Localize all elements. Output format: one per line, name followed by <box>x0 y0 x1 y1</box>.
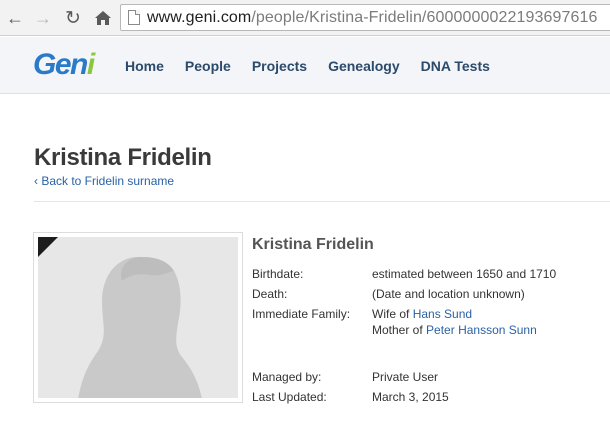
birthdate-label: Birthdate: <box>252 267 304 281</box>
nav-genealogy[interactable]: Genealogy <box>328 58 400 74</box>
back-arrow-icon[interactable]: ← <box>4 7 26 29</box>
managed-label: Managed by: <box>252 370 322 384</box>
forward-arrow-icon[interactable]: → <box>32 7 54 29</box>
spouse-link[interactable]: Hans Sund <box>413 307 472 321</box>
divider <box>34 201 610 202</box>
nav-dna-tests[interactable]: DNA Tests <box>421 58 490 74</box>
url-host: www.geni.com <box>147 9 252 26</box>
photo-placeholder <box>38 237 238 398</box>
family-spouse: Wife of Hans Sund <box>372 307 472 321</box>
back-to-surname-link[interactable]: ‹ Back to Fridelin surname <box>34 174 174 188</box>
nav-home[interactable]: Home <box>125 58 164 74</box>
family-child: Mother of Peter Hansson Sunn <box>372 323 537 337</box>
deceased-ribbon <box>38 237 58 257</box>
home-icon[interactable] <box>92 7 114 29</box>
reload-icon[interactable]: ↻ <box>62 7 84 29</box>
family-label: Immediate Family: <box>252 307 351 321</box>
logo-text-accent: i <box>86 48 95 81</box>
family-child-prefix: Mother of <box>372 323 423 337</box>
birthdate-value: estimated between 1650 and 1710 <box>372 267 557 281</box>
updated-value: March 3, 2015 <box>372 390 449 404</box>
page-title: Kristina Fridelin <box>34 144 212 171</box>
site-header: Geni Home People Projects Genealogy DNA … <box>0 37 610 94</box>
death-value: (Date and location unknown) <box>372 287 525 301</box>
managed-value: Private User <box>372 370 439 384</box>
nav-projects[interactable]: Projects <box>252 58 307 74</box>
nav-people[interactable]: People <box>185 58 231 74</box>
female-silhouette-icon <box>78 256 202 398</box>
child-link[interactable]: Peter Hansson Sunn <box>426 323 537 337</box>
url-path: /people/Kristina-Fridelin/60000000221936… <box>251 9 598 26</box>
family-spouse-prefix: Wife of <box>372 307 410 321</box>
main-nav: Home People Projects Genealogy DNA Tests <box>125 58 511 74</box>
updated-label: Last Updated: <box>252 390 327 404</box>
profile-photo[interactable] <box>33 232 243 403</box>
url-text: www.geni.com/people/Kristina-Fridelin/60… <box>147 9 597 27</box>
address-bar[interactable]: www.geni.com/people/Kristina-Fridelin/60… <box>120 4 610 31</box>
profile-name: Kristina Fridelin <box>252 236 374 253</box>
geni-logo[interactable]: Geni <box>33 48 95 82</box>
death-label: Death: <box>252 287 288 301</box>
browser-toolbar: ← → ↻ www.geni.com/people/Kristina-Fride… <box>0 0 610 36</box>
logo-text-main: Gen <box>33 48 88 81</box>
page-icon <box>128 10 140 25</box>
